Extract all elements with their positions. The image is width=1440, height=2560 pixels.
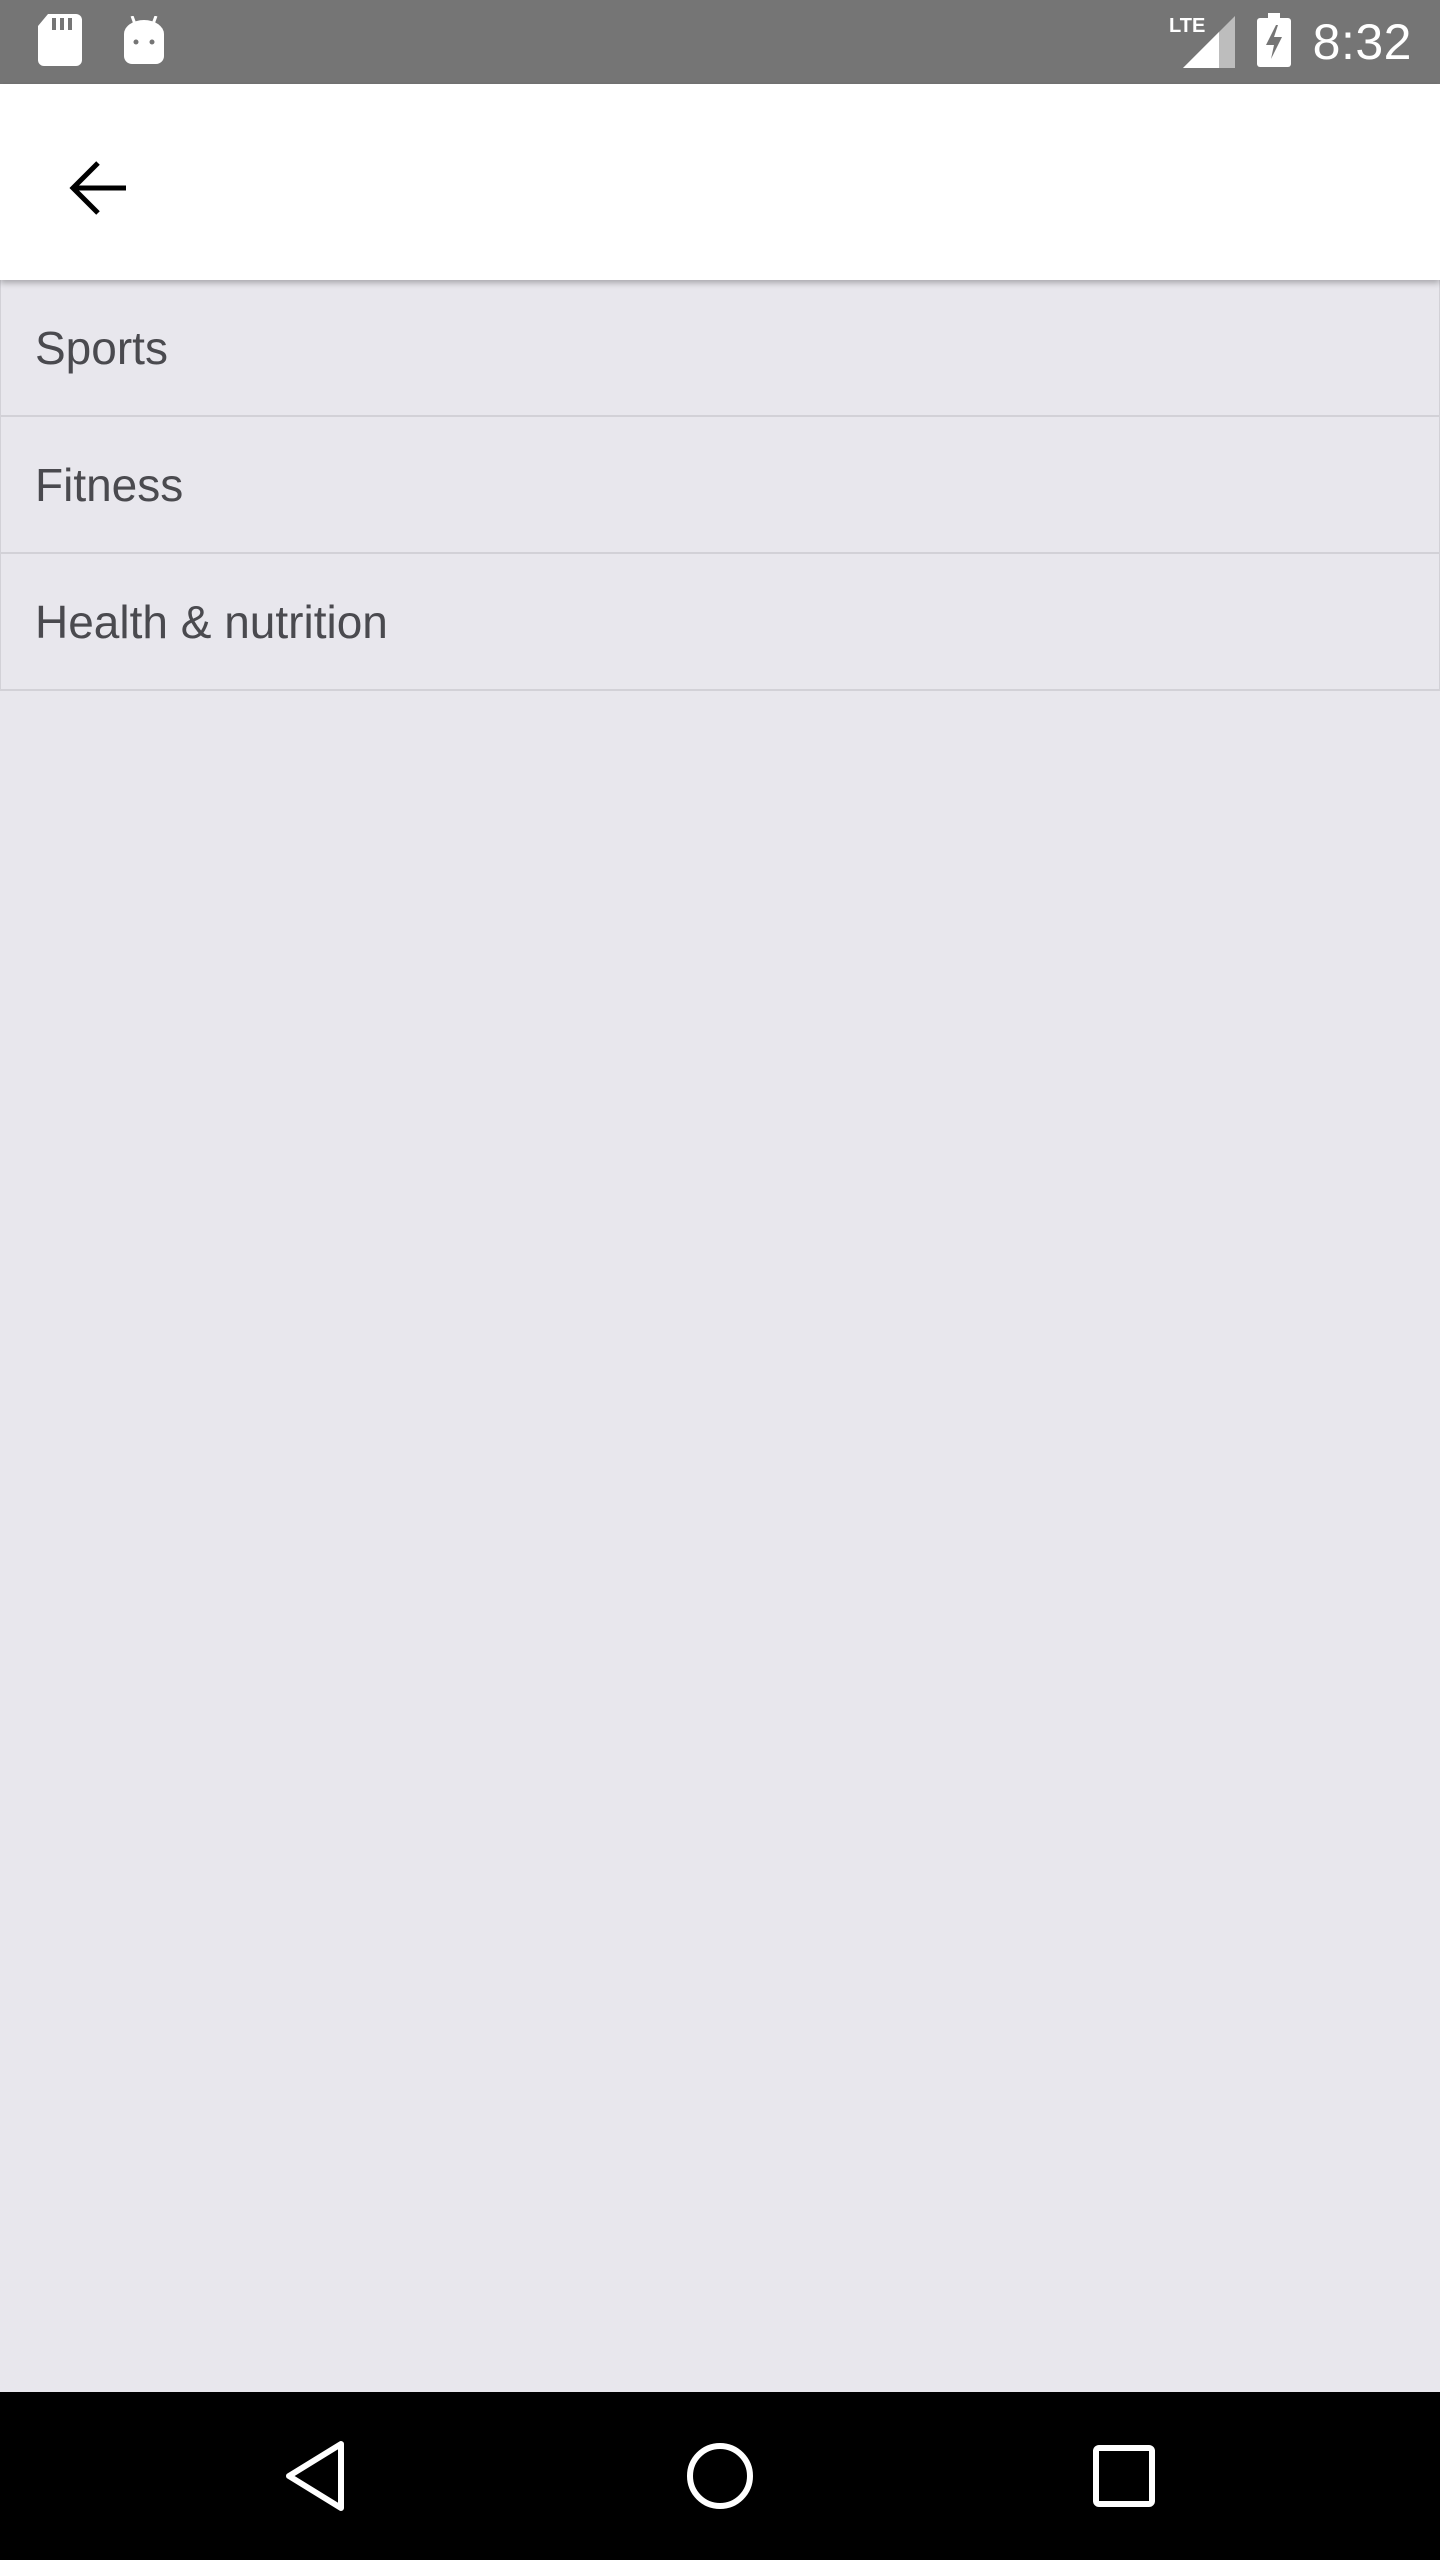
- svg-text:LTE: LTE: [1169, 15, 1205, 37]
- status-time: 8:32: [1312, 14, 1412, 70]
- nav-back-button[interactable]: [256, 2416, 376, 2536]
- nav-back-icon: [286, 2441, 344, 2511]
- list-item-label: Fitness: [35, 458, 184, 511]
- list-item-sports[interactable]: Sports: [0, 280, 1440, 417]
- arrow-back-icon: [69, 161, 126, 215]
- lte-signal-icon: LTE: [1169, 12, 1235, 73]
- app-bar: [0, 84, 1440, 280]
- back-button[interactable]: [44, 134, 152, 242]
- navigation-bar: [0, 2392, 1440, 2560]
- android-icon: [122, 14, 166, 69]
- nav-recents-icon: [1093, 2445, 1155, 2507]
- status-bar: LTE 8:32: [0, 0, 1440, 84]
- sd-card-icon: [38, 13, 82, 71]
- list-item-label: Sports: [35, 321, 168, 374]
- category-list: Sports Fitness Health & nutrition: [0, 280, 1440, 691]
- status-right-icons: LTE 8:32: [1169, 0, 1412, 84]
- nav-home-button[interactable]: [660, 2416, 780, 2536]
- battery-charging-icon: [1256, 12, 1291, 72]
- nav-recents-button[interactable]: [1064, 2416, 1184, 2536]
- list-item-health-nutrition[interactable]: Health & nutrition: [0, 554, 1440, 691]
- nav-home-icon: [687, 2443, 753, 2509]
- status-left-icons: [38, 13, 166, 71]
- list-item-label: Health & nutrition: [35, 595, 388, 648]
- list-item-fitness[interactable]: Fitness: [0, 417, 1440, 554]
